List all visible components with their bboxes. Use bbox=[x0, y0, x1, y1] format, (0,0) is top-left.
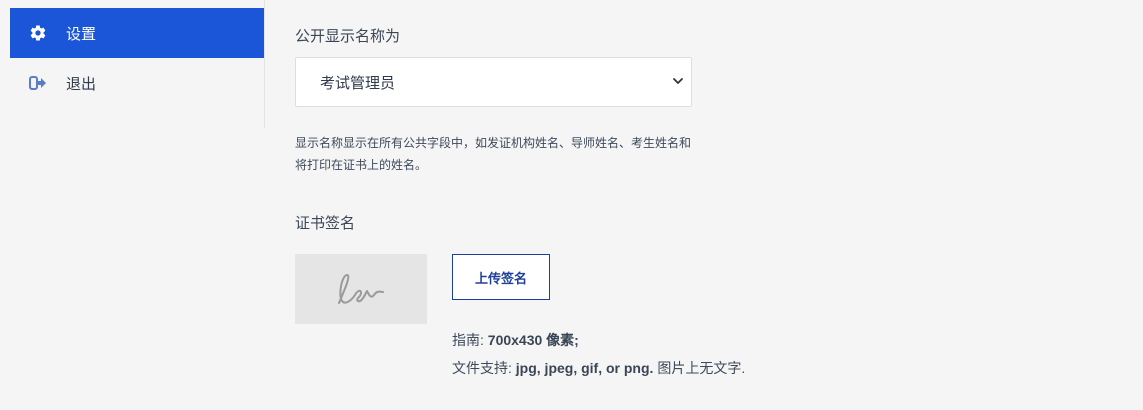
signature-placeholder-icon bbox=[338, 274, 384, 304]
signature-label: 证书签名 bbox=[295, 215, 356, 232]
display-name-help: 显示名称显示在所有公共字段中，如发证机构姓名、导师姓名、考生姓名和 将打印在证书… bbox=[295, 132, 715, 176]
signature-formats: 文件支持: jpg, jpeg, gif, or png. 图片上无文字. bbox=[452, 358, 745, 378]
help-line-2: 将打印在证书上的姓名。 bbox=[295, 158, 428, 172]
selected-value: 考试管理员 bbox=[320, 74, 396, 92]
sidebar-item-label: 退出 bbox=[66, 75, 97, 93]
upload-signature-button[interactable]: 上传签名 bbox=[452, 254, 550, 300]
sidebar-item-label: 设置 bbox=[66, 25, 97, 43]
display-name-label: 公开显示名称为 bbox=[295, 28, 401, 45]
signature-preview bbox=[295, 254, 427, 324]
signature-guide: 指南: 700x430 像素; bbox=[452, 330, 579, 350]
guide-prefix: 指南: bbox=[452, 332, 488, 348]
formats-value: jpg, jpeg, gif, or png. bbox=[515, 360, 654, 376]
logout-icon bbox=[28, 73, 48, 93]
sidebar-item-settings[interactable]: 设置 bbox=[10, 8, 264, 58]
sidebar: 设置 退出 bbox=[0, 0, 265, 128]
help-line-1: 显示名称显示在所有公共字段中，如发证机构姓名、导师姓名、考生姓名和 bbox=[295, 136, 692, 150]
settings-page: 设置 退出 公开显示名称为 考试管理员 显示名称显示在所有公共字段中，如发证机构… bbox=[0, 0, 1143, 410]
formats-prefix: 文件支持: bbox=[452, 360, 516, 376]
formats-suffix: 图片上无文字. bbox=[653, 360, 746, 376]
gear-icon bbox=[28, 23, 48, 43]
chevron-down-icon bbox=[671, 74, 685, 92]
display-name-select[interactable]: 考试管理员 bbox=[295, 57, 692, 107]
sidebar-item-logout[interactable]: 退出 bbox=[10, 58, 264, 108]
guide-value: 700x430 像素; bbox=[487, 332, 579, 348]
